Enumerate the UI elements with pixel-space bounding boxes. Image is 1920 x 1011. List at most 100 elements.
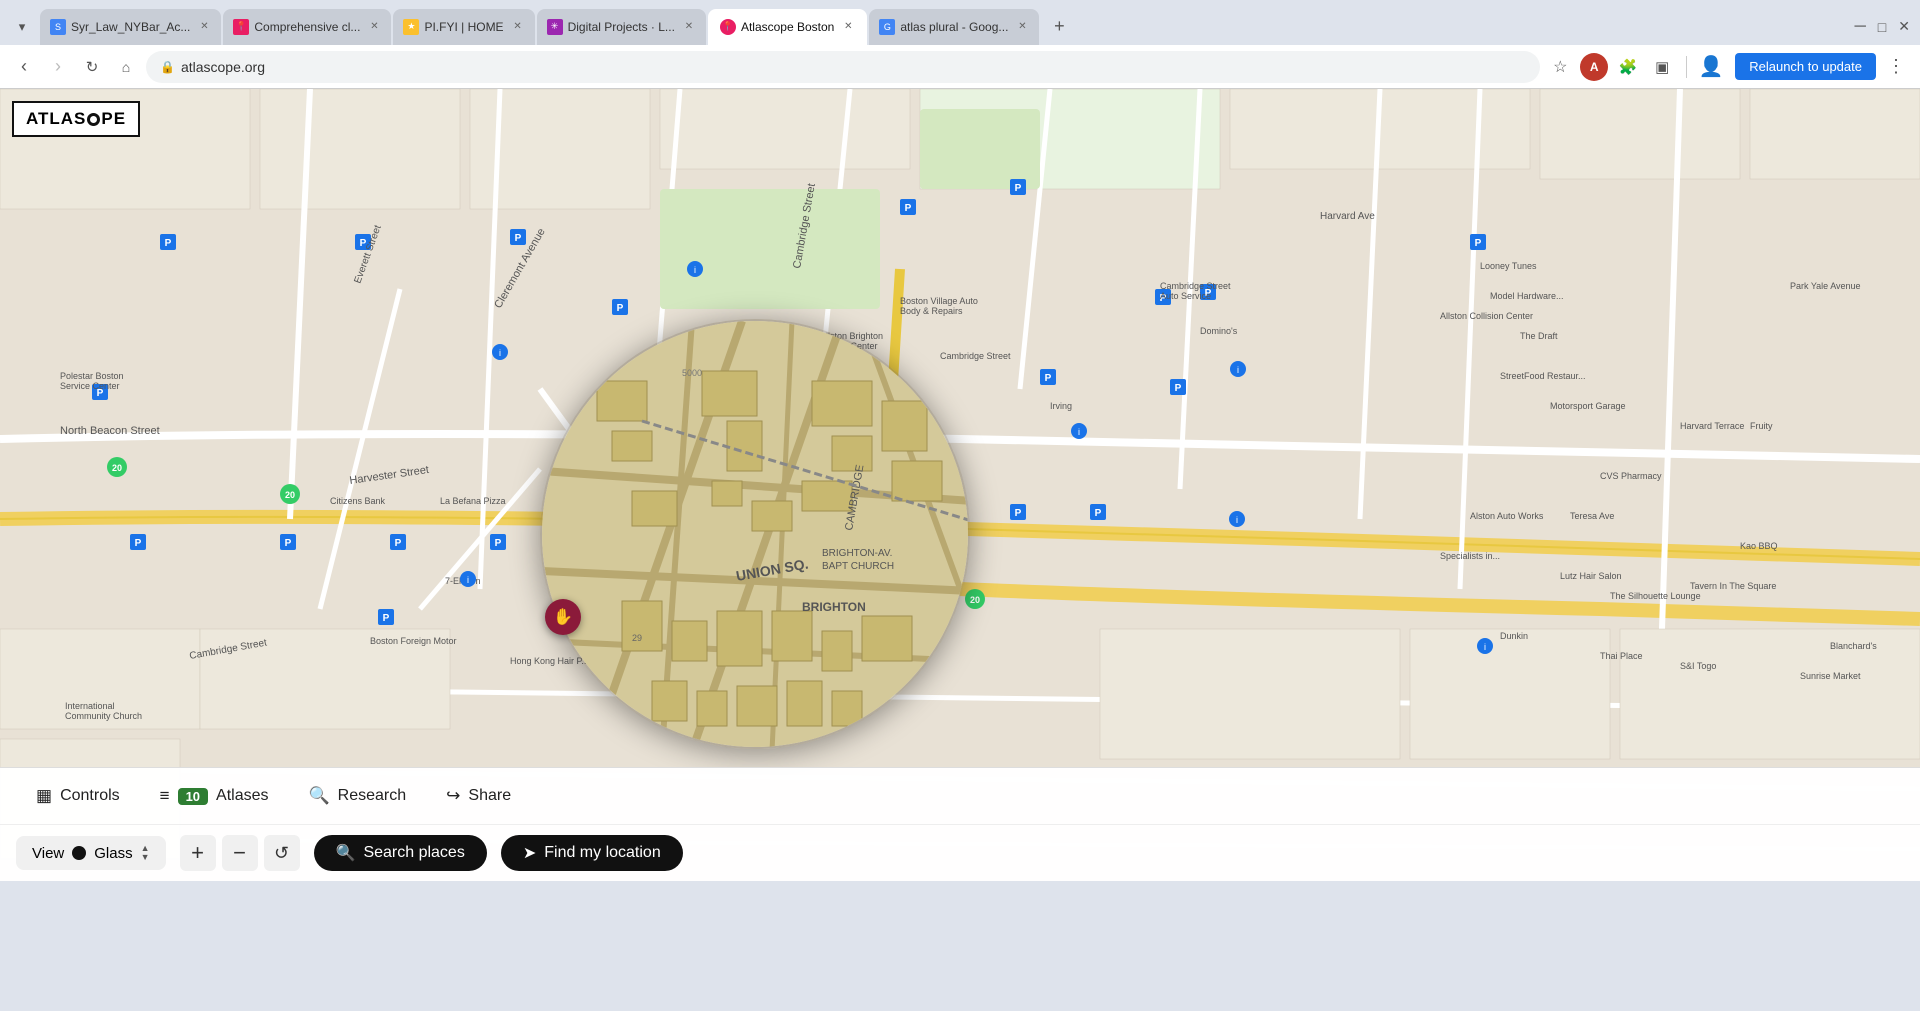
atlascope-logo[interactable]: ATLAS PE	[12, 101, 140, 137]
map-container[interactable]: P P P P P P P P P P P P P P	[0, 89, 1920, 881]
sidebar-button[interactable]: ▣	[1648, 53, 1676, 81]
tab-close-5[interactable]: ✕	[841, 20, 855, 34]
tab-back-history[interactable]: ▾	[10, 15, 34, 39]
svg-text:P: P	[905, 203, 912, 214]
find-location-button[interactable]: ➤ Find my location	[501, 835, 683, 871]
svg-text:Domino's: Domino's	[1200, 326, 1238, 336]
svg-text:Looney Tunes: Looney Tunes	[1480, 261, 1537, 271]
logo-text: ATLAS	[26, 109, 86, 129]
svg-text:Tavern In The Square: Tavern In The Square	[1690, 581, 1776, 591]
new-tab-button[interactable]: +	[1045, 13, 1073, 41]
share-button[interactable]: ↪ Share	[426, 776, 531, 816]
extension-puzzle-icon[interactable]: 🧩	[1614, 53, 1642, 81]
controls-icon: ▦	[36, 786, 52, 806]
user-icon[interactable]: 👤	[1697, 53, 1725, 81]
profile-icon[interactable]: A	[1580, 53, 1608, 81]
svg-text:BRIGHTON: BRIGHTON	[802, 600, 866, 614]
zoom-controls: + − ↺	[180, 835, 300, 871]
atlases-label: Atlases	[216, 787, 268, 805]
svg-text:5000: 5000	[682, 368, 702, 378]
tab-atlascope[interactable]: 📍 Atlascope Boston ✕	[708, 9, 867, 45]
tab-close-1[interactable]: ✕	[197, 20, 211, 34]
tab-digital-projects[interactable]: ✳ Digital Projects · L... ✕	[537, 9, 706, 45]
tab-pifyi[interactable]: ★ PI.FYI | HOME ✕	[393, 9, 534, 45]
svg-text:P: P	[135, 538, 142, 549]
view-label: View	[32, 845, 64, 862]
relaunch-button[interactable]: Relaunch to update	[1735, 53, 1876, 80]
svg-text:CVS Pharmacy: CVS Pharmacy	[1600, 471, 1662, 481]
svg-text:P: P	[515, 233, 522, 244]
tab-close-2[interactable]: ✕	[367, 20, 381, 34]
tab-comprehensive[interactable]: 📍 Comprehensive cl... ✕	[223, 9, 391, 45]
view-selector[interactable]: View Glass ▲ ▼	[16, 836, 166, 870]
tab-close-6[interactable]: ✕	[1015, 20, 1029, 34]
svg-text:i: i	[1237, 365, 1239, 375]
svg-text:Harvard Ave: Harvard Ave	[1320, 211, 1375, 222]
logo-text2: PE	[101, 109, 126, 129]
home-button[interactable]: ⌂	[112, 53, 140, 81]
svg-text:20: 20	[112, 463, 122, 473]
zoom-in-button[interactable]: +	[180, 835, 216, 871]
logo-circle	[87, 113, 100, 126]
svg-text:Service Center: Service Center	[60, 381, 120, 391]
tab-google[interactable]: G atlas plural - Goog... ✕	[869, 9, 1039, 45]
svg-text:Thai Place: Thai Place	[1600, 651, 1643, 661]
svg-text:Specialists in...: Specialists in...	[1440, 551, 1500, 561]
svg-text:Dunkin: Dunkin	[1500, 631, 1528, 641]
svg-text:Harvard Terrace: Harvard Terrace	[1680, 421, 1744, 431]
svg-text:Community Church: Community Church	[65, 711, 142, 721]
tab-favicon-3: ★	[403, 19, 419, 35]
research-button[interactable]: 🔍 Research	[289, 776, 427, 816]
tab-syr-law[interactable]: S Syr_Law_NYBar_Ac... ✕	[40, 9, 221, 45]
close-window-button[interactable]: ✕	[1898, 18, 1910, 35]
search-places-button[interactable]: 🔍 Search places	[314, 835, 487, 871]
svg-text:i: i	[467, 575, 469, 585]
svg-text:Teresa Ave: Teresa Ave	[1570, 511, 1614, 521]
svg-text:P: P	[617, 303, 624, 314]
tab-label-6: atlas plural - Goog...	[900, 20, 1008, 34]
svg-text:P: P	[1015, 183, 1022, 194]
zoom-reset-button[interactable]: ↺	[264, 835, 300, 871]
svg-text:Allston Collision Center: Allston Collision Center	[1440, 311, 1533, 321]
url-bar[interactable]: 🔒 atlascope.org	[146, 51, 1540, 83]
browser-window: ▾ S Syr_Law_NYBar_Ac... ✕ 📍 Comprehensiv…	[0, 0, 1920, 881]
zoom-out-button[interactable]: −	[222, 835, 258, 871]
toolbar-controls-row: View Glass ▲ ▼ + − ↺ 🔍 Search places	[0, 825, 1920, 881]
svg-text:La Befana Pizza: La Befana Pizza	[440, 496, 506, 506]
svg-text:North Beacon Street: North Beacon Street	[60, 425, 160, 437]
back-button[interactable]: ‹	[10, 53, 38, 81]
reload-button[interactable]: ↻	[78, 53, 106, 81]
divider	[1686, 56, 1687, 78]
forward-button[interactable]: ›	[44, 53, 72, 81]
controls-button[interactable]: ▦ Controls	[16, 776, 140, 816]
svg-text:i: i	[1484, 642, 1486, 652]
controls-label: Controls	[60, 787, 120, 805]
svg-text:i: i	[1236, 515, 1238, 525]
svg-text:29: 29	[632, 633, 642, 643]
tab-close-4[interactable]: ✕	[682, 20, 696, 34]
svg-text:Boston Village Auto: Boston Village Auto	[900, 296, 978, 306]
minimize-button[interactable]: ─	[1854, 18, 1865, 36]
svg-text:Park Yale Avenue: Park Yale Avenue	[1790, 281, 1861, 291]
atlas-overlay-circle: UNION SQ. BRIGHTON CAMBRIDGE 29 BRIGHTON…	[540, 319, 970, 749]
address-bar: ‹ › ↻ ⌂ 🔒 atlascope.org ☆ A 🧩 ▣ 👤 Relaun…	[0, 45, 1920, 89]
tab-close-3[interactable]: ✕	[511, 20, 525, 34]
svg-text:P: P	[285, 538, 292, 549]
svg-text:P: P	[1095, 508, 1102, 519]
atlases-badge: 10	[178, 788, 208, 805]
share-icon: ↪	[446, 786, 460, 806]
svg-text:Hong Kong Hair P...: Hong Kong Hair P...	[510, 656, 589, 666]
svg-text:P: P	[1045, 373, 1052, 384]
menu-icon[interactable]: ⋮	[1882, 53, 1910, 81]
tab-bar: ▾ S Syr_Law_NYBar_Ac... ✕ 📍 Comprehensiv…	[0, 0, 1920, 45]
research-icon: 🔍	[309, 786, 330, 806]
location-icon: ➤	[523, 843, 536, 863]
svg-text:Cambridge Street: Cambridge Street	[940, 351, 1011, 361]
bookmark-button[interactable]: ☆	[1546, 53, 1574, 81]
bottom-toolbar: ▦ Controls ≡ 10 Atlases 🔍 Research ↪ Sha…	[0, 767, 1920, 881]
svg-text:i: i	[499, 348, 501, 358]
svg-text:Polestar Boston: Polestar Boston	[60, 371, 124, 381]
maximize-button[interactable]: □	[1878, 19, 1886, 35]
tab-favicon-4: ✳	[547, 19, 563, 35]
atlases-button[interactable]: ≡ 10 Atlases	[140, 776, 289, 816]
